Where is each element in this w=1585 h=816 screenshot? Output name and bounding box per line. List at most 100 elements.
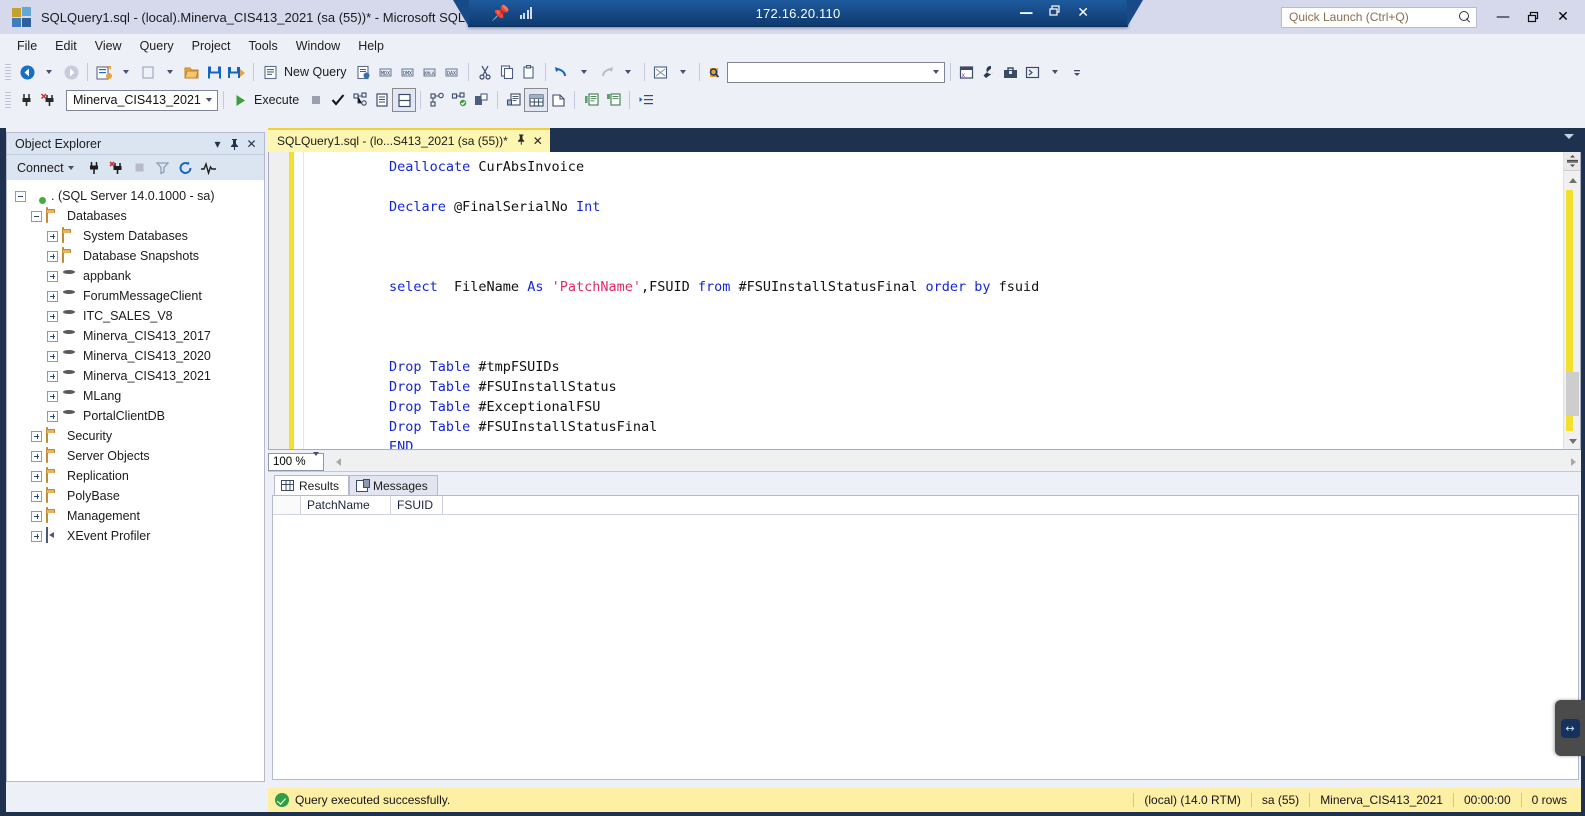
collapse-icon[interactable]: [31, 210, 42, 222]
expand-icon[interactable]: [31, 470, 42, 482]
tree-node[interactable]: Minerva_CIS413_2021: [7, 366, 264, 386]
redo-icon[interactable]: [595, 61, 617, 83]
connect-button[interactable]: Connect: [14, 159, 81, 177]
tree-node[interactable]: Databases: [7, 206, 264, 226]
tree-node[interactable]: PolyBase: [7, 486, 264, 506]
tree-node[interactable]: Minerva_CIS413_2017: [7, 326, 264, 346]
results-to-file-icon[interactable]: [547, 89, 569, 111]
toolbox-icon[interactable]: [1000, 61, 1022, 83]
navigate-back-dropdown[interactable]: [38, 61, 60, 83]
uncomment-lines-icon[interactable]: [602, 89, 624, 111]
undo-icon[interactable]: [551, 61, 573, 83]
tab-sqlquery1[interactable]: SQLQuery1.sql - (lo...S413_2021 (sa (55)…: [268, 128, 550, 152]
tab-overflow-chevron-icon[interactable]: [1564, 134, 1574, 139]
tree-node[interactable]: appbank: [7, 266, 264, 286]
tab-messages[interactable]: Messages: [349, 475, 438, 495]
chevron-down-icon[interactable]: [67, 165, 74, 170]
expand-icon[interactable]: [47, 290, 58, 302]
new-query-icon[interactable]: [259, 61, 281, 83]
chevron-down-icon[interactable]: ▾: [209, 135, 226, 152]
menu-window[interactable]: Window: [287, 36, 349, 56]
powershell-icon[interactable]: [1022, 61, 1044, 83]
tree-node[interactable]: XEvent Profiler: [7, 526, 264, 546]
chevron-down-icon[interactable]: [201, 98, 217, 102]
disconnect-icon[interactable]: [38, 89, 60, 111]
close-button[interactable]: ✕: [1549, 4, 1577, 30]
execute-button-icon[interactable]: [229, 89, 251, 111]
chevron-down-icon[interactable]: [928, 70, 944, 74]
menu-help[interactable]: Help: [349, 36, 393, 56]
zoom-level-selector[interactable]: 100 %: [268, 451, 324, 471]
registered-servers-dropdown[interactable]: [672, 61, 694, 83]
menu-file[interactable]: File: [8, 36, 46, 56]
expand-icon[interactable]: [31, 530, 42, 542]
tree-node[interactable]: ITC_SALES_V8: [7, 306, 264, 326]
close-icon[interactable]: ✕: [243, 135, 260, 152]
expand-icon[interactable]: [47, 270, 58, 282]
save-icon[interactable]: [203, 61, 225, 83]
open-file-icon[interactable]: [137, 61, 159, 83]
find-icon[interactable]: [705, 61, 727, 83]
expand-icon[interactable]: [47, 330, 58, 342]
expand-icon[interactable]: [47, 250, 58, 262]
tree-node[interactable]: Replication: [7, 466, 264, 486]
scroll-down-arrow-icon[interactable]: [1564, 433, 1580, 449]
dmx-query-icon[interactable]: DMX: [397, 61, 419, 83]
menu-tools[interactable]: Tools: [240, 36, 287, 56]
actual-execution-plan-icon[interactable]: [426, 89, 448, 111]
navigate-back-icon[interactable]: [16, 61, 38, 83]
toolbar-overflow-icon[interactable]: [1066, 61, 1088, 83]
pin-icon[interactable]: [226, 135, 243, 152]
expand-icon[interactable]: [31, 490, 42, 502]
refresh-icon[interactable]: [176, 158, 196, 178]
wrench-icon[interactable]: [978, 61, 1000, 83]
expand-icon[interactable]: [47, 370, 58, 382]
expand-icon[interactable]: [31, 450, 42, 462]
menu-query[interactable]: Query: [131, 36, 183, 56]
filter-icon[interactable]: [153, 158, 173, 178]
copy-icon[interactable]: [496, 61, 518, 83]
mdx-query-icon[interactable]: MDX: [375, 61, 397, 83]
navigate-forward-icon[interactable]: [60, 61, 82, 83]
new-project-icon[interactable]: [93, 61, 115, 83]
intellisense-toggle-icon[interactable]: [392, 88, 417, 112]
expand-icon[interactable]: [47, 410, 58, 422]
results-to-grid-icon[interactable]: [524, 88, 549, 112]
redo-dropdown[interactable]: [617, 61, 639, 83]
connect-icon[interactable]: [16, 89, 38, 111]
menu-project[interactable]: Project: [183, 36, 240, 56]
database-selector[interactable]: Minerva_CIS413_2021: [66, 89, 218, 111]
close-icon[interactable]: ✕: [533, 134, 543, 148]
tree-node[interactable]: ForumMessageClient: [7, 286, 264, 306]
menu-view[interactable]: View: [86, 36, 131, 56]
new-query-label[interactable]: New Query: [281, 65, 353, 79]
rdp-minimize-button[interactable]: —: [1019, 5, 1033, 21]
toolbar-grip[interactable]: [4, 62, 13, 82]
execute-label[interactable]: Execute: [251, 93, 305, 107]
tree-node[interactable]: MLang: [7, 386, 264, 406]
expand-icon[interactable]: [31, 510, 42, 522]
expand-icon[interactable]: [47, 230, 58, 242]
find-combo[interactable]: [726, 61, 945, 83]
expand-icon[interactable]: [47, 390, 58, 402]
tree-node[interactable]: Security: [7, 426, 264, 446]
save-all-icon[interactable]: [225, 61, 248, 83]
editor-horizontal-scrollbar[interactable]: [330, 453, 1581, 470]
xmla-query-icon[interactable]: XMLA: [419, 61, 441, 83]
open-file-dropdown[interactable]: [159, 61, 181, 83]
menu-edit[interactable]: Edit: [46, 36, 86, 56]
disconnect-plug-icon[interactable]: [107, 158, 127, 178]
expand-icon[interactable]: [47, 310, 58, 322]
paste-icon[interactable]: [518, 61, 540, 83]
rdp-restore-button[interactable]: [1049, 5, 1061, 21]
object-explorer-tree[interactable]: . (SQL Server 14.0.1000 - sa) Databases Sy…: [7, 180, 264, 781]
open-folder-icon[interactable]: [181, 61, 203, 83]
estimated-execution-plan-icon[interactable]: [349, 89, 371, 111]
expand-icon[interactable]: [31, 430, 42, 442]
new-project-dropdown[interactable]: [115, 61, 137, 83]
cut-icon[interactable]: [474, 61, 496, 83]
query-options-icon[interactable]: [371, 89, 393, 111]
chevron-down-icon[interactable]: [309, 451, 323, 468]
parse-check-icon[interactable]: [327, 89, 349, 111]
tree-node[interactable]: . (SQL Server 14.0.1000 - sa): [7, 186, 264, 206]
